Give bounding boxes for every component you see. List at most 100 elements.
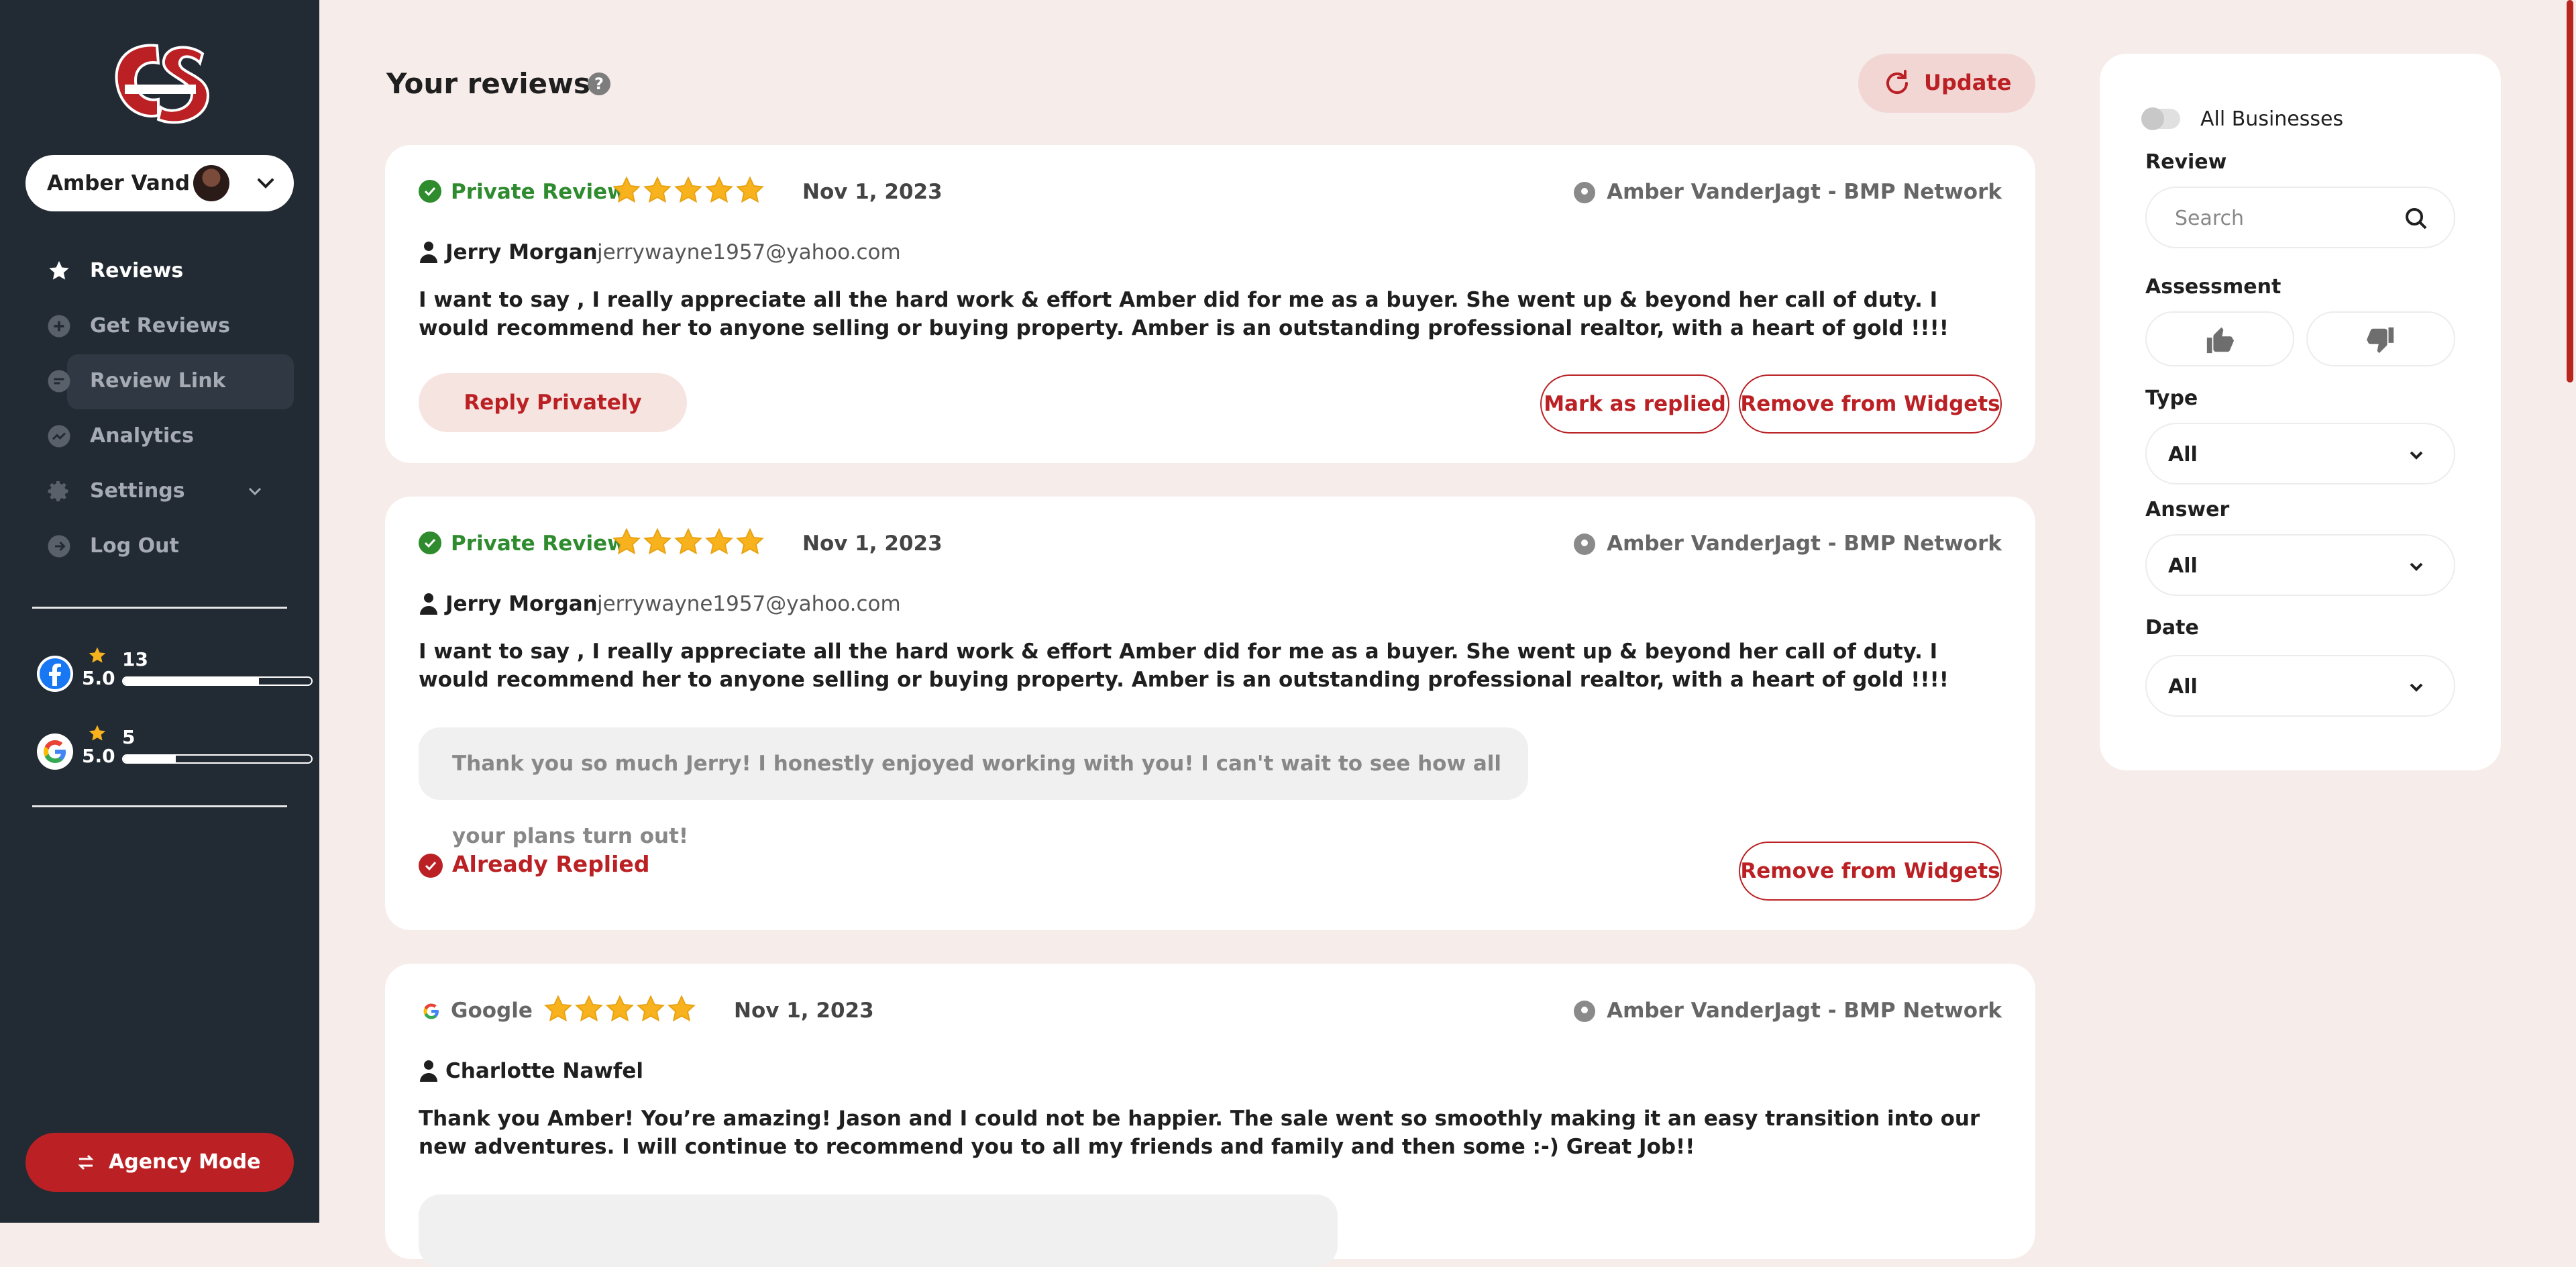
filter-panel: All Businesses Review Search Assessment … xyxy=(2100,54,2501,770)
progress-fill xyxy=(123,756,176,762)
review-filter-label: Review xyxy=(2145,150,2227,174)
review-card: Private Review Nov 1, 2023 Amber VanderJ… xyxy=(385,145,2035,463)
reviewer-email: jerrywayne1957@yahoo.com xyxy=(597,240,901,264)
location-pin-icon xyxy=(1573,533,1596,556)
update-label: Update xyxy=(1924,70,2012,95)
google-icon xyxy=(36,733,74,770)
star-icon xyxy=(612,527,641,555)
page-title: Your reviews xyxy=(386,67,590,100)
google-stat: 5.0 5 xyxy=(36,723,313,777)
sidebar-item-settings[interactable]: Settings xyxy=(47,464,288,518)
mark-as-replied-button[interactable]: Mark as replied xyxy=(1540,374,1729,434)
star-icon xyxy=(674,176,702,203)
review-header: Private Review Nov 1, 2023 Amber VanderJ… xyxy=(419,174,2002,208)
search-icon[interactable] xyxy=(2403,205,2430,232)
sidebar-item-get-reviews[interactable]: Get Reviews xyxy=(47,299,288,353)
answer-value: All xyxy=(2168,554,2198,578)
check-icon xyxy=(419,854,443,878)
rating-value: 5.0 xyxy=(82,745,115,767)
update-button[interactable]: Update xyxy=(1858,54,2035,113)
thumbs-down-button[interactable] xyxy=(2306,311,2455,366)
review-text: Thank you Amber! You’re amazing! Jason a… xyxy=(419,1107,1980,1159)
remove-from-widgets-button[interactable]: Remove from Widgets xyxy=(1739,374,2002,434)
review-source: Private Review xyxy=(451,180,627,204)
star-icon xyxy=(87,646,107,666)
sidebar-item-reviews[interactable]: Reviews xyxy=(47,244,288,298)
review-header: Google Nov 1, 2023 Amber VanderJagt - BM… xyxy=(419,993,2002,1027)
avatar xyxy=(193,165,229,201)
scrollbar-thumb[interactable] xyxy=(2567,0,2573,383)
sidebar-item-analytics[interactable]: Analytics xyxy=(47,409,288,463)
chevron-down-icon xyxy=(2403,442,2430,468)
star-icon xyxy=(544,995,572,1022)
star-rating xyxy=(543,995,698,1025)
reply-text: Thank you so much Jerry! I honestly enjo… xyxy=(419,727,1528,848)
thumbs-up-button[interactable] xyxy=(2145,311,2294,366)
star-icon xyxy=(643,176,672,203)
chevron-down-icon xyxy=(2403,553,2430,580)
brand-logo[interactable] xyxy=(110,40,211,126)
remove-from-widgets-button[interactable]: Remove from Widgets xyxy=(1739,842,2002,901)
help-icon[interactable]: ? xyxy=(588,72,610,95)
review-date: Nov 1, 2023 xyxy=(802,180,943,204)
sidebar-item-label: Settings xyxy=(90,479,185,503)
google-icon xyxy=(419,999,441,1021)
all-businesses-label: All Businesses xyxy=(2200,107,2344,131)
user-icon xyxy=(419,240,439,263)
review-card: Private Review Nov 1, 2023 Amber VanderJ… xyxy=(385,497,2035,930)
type-label: Type xyxy=(2145,387,2198,410)
star-rating xyxy=(612,176,766,207)
chat-icon xyxy=(47,369,71,393)
user-icon xyxy=(419,592,439,615)
account-selector[interactable]: Amber Vand xyxy=(25,155,294,211)
star-icon xyxy=(637,995,665,1022)
date-label: Date xyxy=(2145,616,2199,640)
sidebar-item-label: Analytics xyxy=(90,424,194,448)
rating-progress xyxy=(122,754,313,764)
user-icon xyxy=(419,1059,439,1082)
reviewer-info: Jerry Morgan jerrywayne1957@yahoo.com xyxy=(419,591,1425,617)
star-icon xyxy=(47,259,71,283)
review-date: Nov 1, 2023 xyxy=(734,999,874,1023)
date-select[interactable]: All xyxy=(2145,655,2455,717)
thumbs-up-icon xyxy=(2204,325,2235,356)
review-card: Google Nov 1, 2023 Amber VanderJagt - BM… xyxy=(385,964,2035,1267)
facebook-stat: 5.0 13 xyxy=(36,646,313,699)
star-icon xyxy=(643,527,672,555)
review-text: I want to say , I really appreciate all … xyxy=(419,288,1949,340)
plus-circle-icon xyxy=(47,314,71,338)
rating-value: 5.0 xyxy=(82,667,115,689)
sidebar-item-log-out[interactable]: Log Out xyxy=(47,519,288,573)
location-label: Amber VanderJagt - BMP Network xyxy=(1607,999,2002,1023)
sidebar-item-label: Review Link xyxy=(90,369,226,393)
review-count: 13 xyxy=(122,648,148,670)
chevron-down-icon xyxy=(252,170,279,197)
star-icon xyxy=(674,527,702,555)
review-location: Amber VanderJagt - BMP Network xyxy=(1573,180,2002,204)
star-icon xyxy=(606,995,634,1022)
search-input[interactable]: Search xyxy=(2145,187,2455,248)
answer-select[interactable]: All xyxy=(2145,534,2455,596)
scrollbar[interactable] xyxy=(2564,0,2576,1223)
location-label: Amber VanderJagt - BMP Network xyxy=(1607,531,2002,556)
all-businesses-toggle[interactable] xyxy=(2141,107,2180,130)
agency-mode-button[interactable]: Agency Mode xyxy=(25,1133,294,1192)
answer-label: Answer xyxy=(2145,498,2230,521)
star-icon xyxy=(705,176,733,203)
sidebar-item-label: Get Reviews xyxy=(90,314,230,338)
sidebar-item-review-link[interactable]: Review Link xyxy=(47,354,288,408)
reviewer-info: Charlotte Nawfel xyxy=(419,1058,1425,1084)
gear-icon xyxy=(47,479,71,503)
check-icon xyxy=(419,531,441,554)
review-source: Google xyxy=(451,999,533,1023)
star-icon xyxy=(736,527,764,555)
divider xyxy=(32,805,287,807)
reviewer-name: Jerry Morgan xyxy=(445,592,598,616)
star-icon xyxy=(736,176,764,203)
star-icon xyxy=(87,723,107,744)
location-pin-icon xyxy=(1573,1000,1596,1023)
reviewer-info: Jerry Morgan jerrywayne1957@yahoo.com xyxy=(419,239,1425,266)
reply-privately-button[interactable]: Reply Privately xyxy=(419,373,687,432)
type-select[interactable]: All xyxy=(2145,423,2455,485)
status-label: Already Replied xyxy=(452,851,650,877)
